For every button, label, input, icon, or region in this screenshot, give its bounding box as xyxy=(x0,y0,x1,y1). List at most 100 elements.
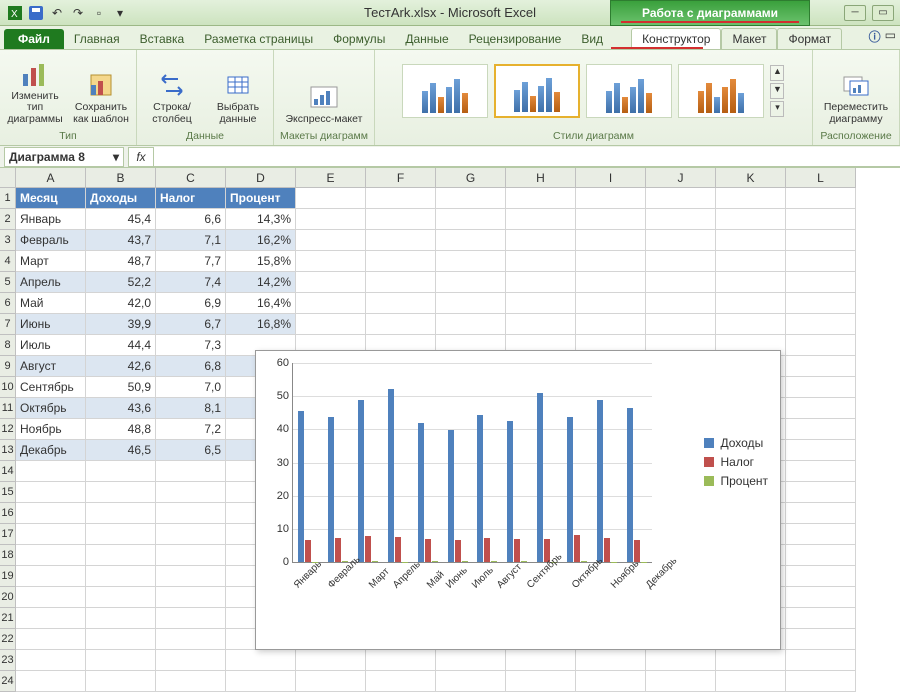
qat-dropdown-icon[interactable]: ▾ xyxy=(111,4,129,22)
cell[interactable]: 7,2 xyxy=(156,419,226,440)
cell[interactable] xyxy=(716,272,786,293)
cell[interactable] xyxy=(86,671,156,692)
cell[interactable] xyxy=(786,188,856,209)
row-header[interactable]: 11 xyxy=(0,398,16,419)
cell[interactable] xyxy=(646,314,716,335)
cell[interactable]: 44,4 xyxy=(86,335,156,356)
cell[interactable] xyxy=(86,650,156,671)
row-header[interactable]: 13 xyxy=(0,440,16,461)
cell[interactable] xyxy=(86,524,156,545)
chart-legend[interactable]: ДоходыНалогПроцент xyxy=(704,431,768,493)
styles-scroll-up-icon[interactable]: ▲ xyxy=(770,65,784,81)
cell[interactable]: Июль xyxy=(16,335,86,356)
cell[interactable]: 48,8 xyxy=(86,419,156,440)
cell[interactable] xyxy=(646,230,716,251)
cell[interactable] xyxy=(716,209,786,230)
cell[interactable] xyxy=(576,314,646,335)
cell[interactable] xyxy=(86,608,156,629)
chart-style-3[interactable] xyxy=(586,64,672,118)
chart-plot-area[interactable]: 0102030405060 xyxy=(292,363,652,563)
chart-bar[interactable] xyxy=(514,539,520,562)
cell[interactable]: 6,6 xyxy=(156,209,226,230)
chart-style-1[interactable] xyxy=(402,64,488,118)
row-header[interactable]: 15 xyxy=(0,482,16,503)
cell[interactable] xyxy=(156,545,226,566)
cell[interactable] xyxy=(576,188,646,209)
cell[interactable] xyxy=(786,251,856,272)
column-header[interactable]: C xyxy=(156,168,226,188)
fx-icon[interactable]: fx xyxy=(128,147,154,167)
cell[interactable]: 14,2% xyxy=(226,272,296,293)
doc-restore-icon[interactable]: ▭ xyxy=(885,28,896,45)
cell[interactable] xyxy=(16,503,86,524)
cell[interactable] xyxy=(366,272,436,293)
cell[interactable] xyxy=(646,671,716,692)
row-header[interactable]: 22 xyxy=(0,629,16,650)
cell[interactable] xyxy=(16,566,86,587)
name-box[interactable]: Диаграмма 8▾ xyxy=(4,147,124,167)
row-header[interactable]: 17 xyxy=(0,524,16,545)
chart-bar[interactable] xyxy=(574,535,580,562)
cell[interactable] xyxy=(786,398,856,419)
column-header[interactable]: A xyxy=(16,168,86,188)
chart-bar[interactable] xyxy=(581,561,587,562)
cell[interactable] xyxy=(86,461,156,482)
chart-bar[interactable] xyxy=(484,538,490,562)
chart-bar[interactable] xyxy=(537,393,543,562)
minimize-button[interactable]: ─ xyxy=(844,5,866,21)
column-header[interactable]: H xyxy=(506,168,576,188)
cell[interactable] xyxy=(786,461,856,482)
cell[interactable]: 48,7 xyxy=(86,251,156,272)
chart-bar[interactable] xyxy=(627,408,633,562)
cell[interactable] xyxy=(716,188,786,209)
cell[interactable] xyxy=(86,482,156,503)
tab-home[interactable]: Главная xyxy=(64,29,130,49)
cell[interactable] xyxy=(366,188,436,209)
cell[interactable] xyxy=(786,482,856,503)
cell[interactable]: 50,9 xyxy=(86,377,156,398)
cell[interactable] xyxy=(366,209,436,230)
chart-bar[interactable] xyxy=(305,540,311,562)
cell[interactable]: 42,0 xyxy=(86,293,156,314)
cell[interactable] xyxy=(506,650,576,671)
cell[interactable] xyxy=(226,671,296,692)
cell[interactable] xyxy=(156,482,226,503)
tab-chart-layout[interactable]: Макет xyxy=(721,28,777,49)
cell[interactable] xyxy=(506,293,576,314)
legend-item[interactable]: Налог xyxy=(704,455,768,469)
cell[interactable] xyxy=(786,629,856,650)
column-header[interactable]: G xyxy=(436,168,506,188)
cell[interactable] xyxy=(646,272,716,293)
cell[interactable] xyxy=(296,314,366,335)
row-header[interactable]: 12 xyxy=(0,419,16,440)
cell[interactable] xyxy=(296,671,366,692)
cell[interactable]: Май xyxy=(16,293,86,314)
cell[interactable] xyxy=(436,293,506,314)
cell[interactable] xyxy=(506,314,576,335)
row-header[interactable]: 20 xyxy=(0,587,16,608)
cell[interactable]: Налог xyxy=(156,188,226,209)
cell[interactable] xyxy=(16,524,86,545)
cell[interactable]: Доходы xyxy=(86,188,156,209)
cell[interactable] xyxy=(786,335,856,356)
chart-bar[interactable] xyxy=(597,400,603,562)
column-header[interactable]: I xyxy=(576,168,646,188)
cell[interactable] xyxy=(156,587,226,608)
cell[interactable] xyxy=(156,461,226,482)
row-header[interactable]: 2 xyxy=(0,209,16,230)
row-header[interactable]: 9 xyxy=(0,356,16,377)
chart-bar[interactable] xyxy=(432,561,438,562)
cell[interactable] xyxy=(366,230,436,251)
chart-bar[interactable] xyxy=(567,417,573,562)
cell[interactable] xyxy=(366,251,436,272)
cell[interactable] xyxy=(506,209,576,230)
chart-bar[interactable] xyxy=(372,561,378,562)
chart-bar[interactable] xyxy=(425,539,431,562)
cell[interactable]: Сентябрь xyxy=(16,377,86,398)
cell[interactable]: Декабрь xyxy=(16,440,86,461)
cell[interactable] xyxy=(786,608,856,629)
cell[interactable] xyxy=(86,629,156,650)
row-header[interactable]: 24 xyxy=(0,671,16,692)
chart-style-4[interactable] xyxy=(678,64,764,118)
cell[interactable]: 6,5 xyxy=(156,440,226,461)
